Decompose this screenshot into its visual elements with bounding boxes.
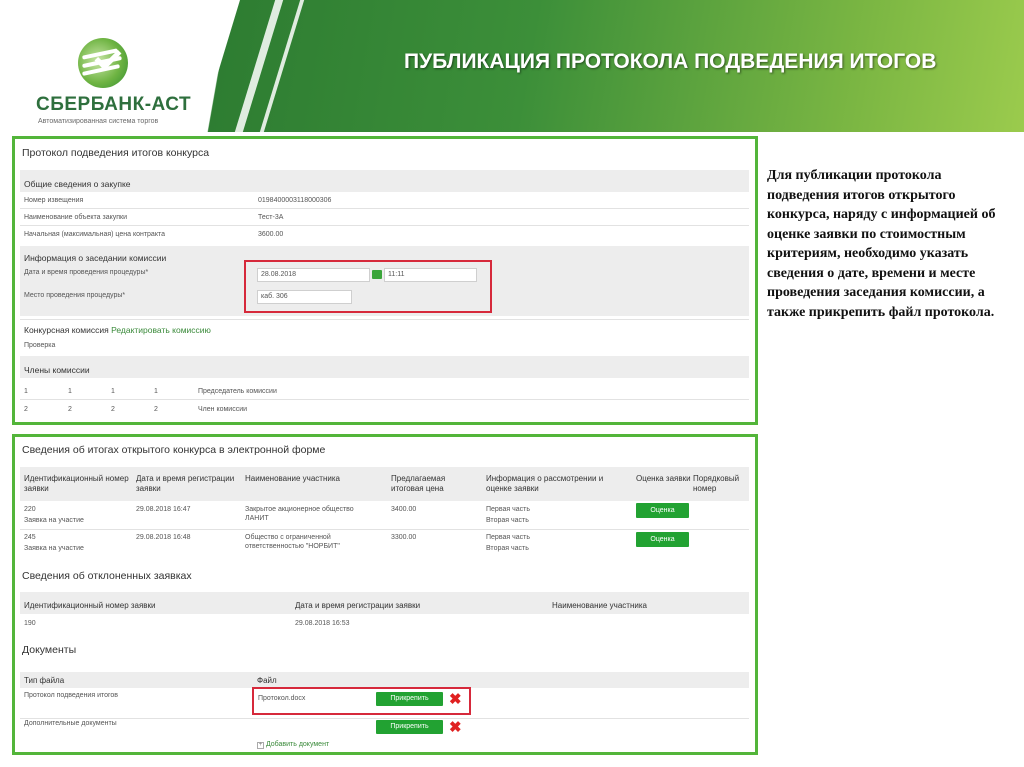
divider	[20, 399, 749, 400]
general-heading: Общие сведения о закупке	[24, 179, 131, 189]
result-participant: Общество с ограниченной ответственностью…	[245, 534, 340, 550]
rejected-date: 29.08.2018 16:53	[295, 620, 350, 627]
members-heading: Члены комиссии	[24, 365, 90, 375]
member-cell: 2	[24, 406, 28, 413]
member-cell: 2	[154, 406, 158, 413]
col-header-rating: Оценка заявки	[636, 474, 691, 483]
add-document-link[interactable]: Добавить документ	[266, 741, 329, 748]
first-part-link[interactable]: Первая часть	[486, 533, 530, 542]
result-price: 3400.00	[391, 506, 417, 513]
price-label: Начальная (максимальная) цена контракта	[24, 231, 165, 238]
result-date: 29.08.2018 16:47	[136, 506, 191, 513]
header-stripe	[234, 0, 284, 132]
object-label: Наименование объекта закупки	[24, 214, 128, 221]
col-header-id: Идентификационный номер заявки	[24, 474, 129, 493]
divider	[20, 319, 749, 320]
notice-label: Номер извещения	[24, 197, 84, 204]
member-cell: 2	[111, 406, 115, 413]
add-document-row[interactable]: + Добавить документ	[257, 740, 329, 749]
member-cell: 2	[68, 406, 72, 413]
logo-subtitle: Автоматизированная система торгов	[38, 118, 159, 125]
doc-type: Протокол подведения итогов	[24, 692, 119, 699]
edit-commission-link[interactable]: Редактировать комиссию	[111, 325, 211, 335]
result-price: 3300.00	[391, 534, 417, 541]
member-role: Председатель комиссии	[198, 388, 277, 395]
col-header-info: Информация о рассмотрении и оценке заявк…	[486, 474, 604, 493]
logo-name: СБЕРБАНК-АСТ	[36, 94, 192, 115]
price-value: 3600.00	[258, 231, 284, 238]
rate-button[interactable]: Оценка	[636, 532, 689, 547]
commission-row: Конкурсная комиссия Редактировать комисс…	[24, 325, 211, 335]
attach-button[interactable]: Прикрепить	[376, 720, 443, 734]
members-band	[20, 356, 749, 378]
rejected-col-date: Дата и время регистрации заявки	[295, 601, 421, 610]
rejected-title: Сведения об отклоненных заявках	[22, 570, 192, 582]
object-value: Тест-3А	[258, 214, 284, 221]
commission-name: Проверка	[24, 342, 56, 349]
col-header-order: Порядковый номер	[693, 474, 740, 493]
datetime-label: Дата и время проведения процедуры*	[24, 269, 149, 276]
protocol-panel: Протокол подведения итогов конкурса Общи…	[12, 136, 758, 425]
application-link[interactable]: Заявка на участие	[24, 544, 84, 553]
highlight-box	[244, 260, 492, 313]
member-cell: 1	[154, 388, 158, 395]
col-header-date: Дата и время регистрации заявки	[136, 474, 235, 493]
page-title: ПУБЛИКАЦИЯ ПРОТОКОЛА ПОДВЕДЕНИЯ ИТОГОВ	[404, 50, 937, 73]
result-id: 220	[24, 506, 36, 513]
member-role: Член комиссии	[198, 406, 248, 413]
commission-label: Конкурсная комиссия	[24, 325, 109, 335]
header-stripe	[259, 0, 305, 132]
rejected-col-name: Наименование участника	[552, 601, 647, 610]
result-date: 29.08.2018 16:48	[136, 534, 191, 541]
divider	[20, 718, 749, 719]
header: СБЕРБАНК-АСТ Автоматизированная система …	[0, 0, 1024, 132]
sberbank-ast-logo: СБЕРБАНК-АСТ Автоматизированная система …	[28, 38, 198, 128]
notice-value: 0198400003118000306	[258, 197, 332, 204]
member-cell: 1	[111, 388, 115, 395]
divider	[20, 225, 749, 226]
second-part-link[interactable]: Вторая часть	[486, 516, 529, 525]
doc-col-file: Файл	[257, 676, 277, 685]
place-label: Место проведения процедуры*	[24, 292, 126, 299]
rate-button[interactable]: Оценка	[636, 503, 689, 518]
first-part-link[interactable]: Первая часть	[486, 505, 530, 514]
plus-icon: +	[257, 742, 264, 749]
result-id: 245	[24, 534, 36, 541]
doc-col-type: Тип файла	[24, 676, 65, 685]
results-title: Сведения об итогах открытого конкурса в …	[22, 444, 326, 456]
sberbank-logo-icon	[78, 38, 128, 88]
meeting-heading: Информация о заседании комиссии	[24, 253, 167, 263]
rejected-col-id: Идентификационный номер заявки	[24, 601, 156, 610]
second-part-link[interactable]: Вторая часть	[486, 544, 529, 553]
divider	[20, 208, 749, 209]
member-cell: 1	[68, 388, 72, 395]
rejected-id: 190	[24, 620, 36, 627]
side-description: Для публикации протокола подведения итог…	[767, 168, 996, 320]
col-header-price: Предлагаемая итоговая цена	[391, 474, 446, 493]
application-link[interactable]: Заявка на участие	[24, 516, 84, 525]
remove-icon[interactable]: ✖	[449, 720, 462, 735]
result-participant: Закрытое акционерное общество ЛАНИТ	[245, 506, 354, 522]
documents-header-band	[20, 672, 749, 688]
col-header-name: Наименование участника	[245, 474, 340, 483]
highlight-box	[252, 687, 471, 715]
protocol-title: Протокол подведения итогов конкурса	[22, 147, 210, 159]
doc-type: Дополнительные документы	[24, 720, 117, 727]
divider	[20, 529, 749, 530]
results-panel: Сведения об итогах открытого конкурса в …	[12, 434, 758, 755]
member-cell: 1	[24, 388, 28, 395]
documents-title: Документы	[22, 644, 77, 656]
